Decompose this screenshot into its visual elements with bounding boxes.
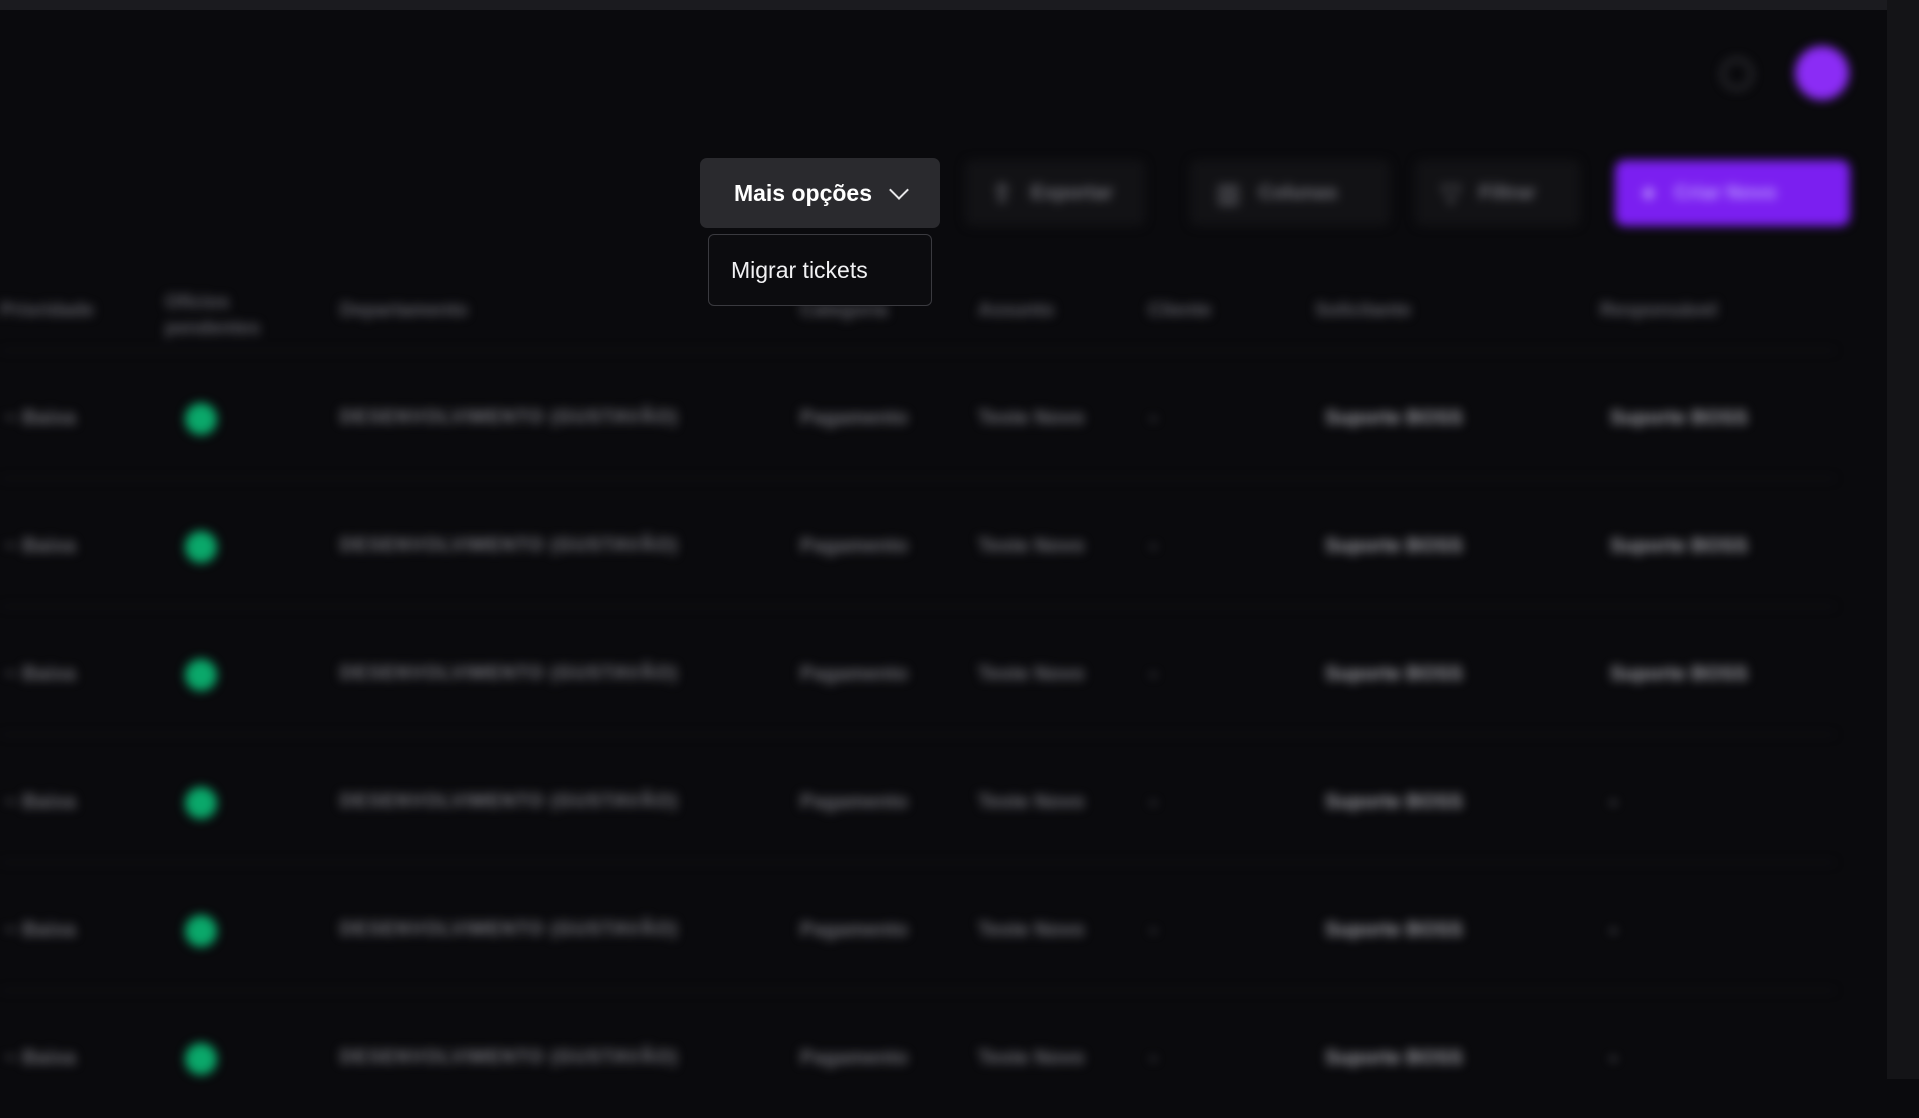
more-options-button[interactable]: Mais opções bbox=[700, 158, 940, 228]
menu-item-migrate-tickets[interactable]: Migrar tickets bbox=[709, 235, 931, 305]
more-options-menu: Migrar tickets bbox=[708, 234, 932, 306]
app-background bbox=[0, 10, 1887, 1079]
chevron-down-icon bbox=[889, 179, 909, 200]
more-options-label: Mais opções bbox=[733, 179, 873, 206]
window-right-edge bbox=[1887, 0, 1919, 1079]
